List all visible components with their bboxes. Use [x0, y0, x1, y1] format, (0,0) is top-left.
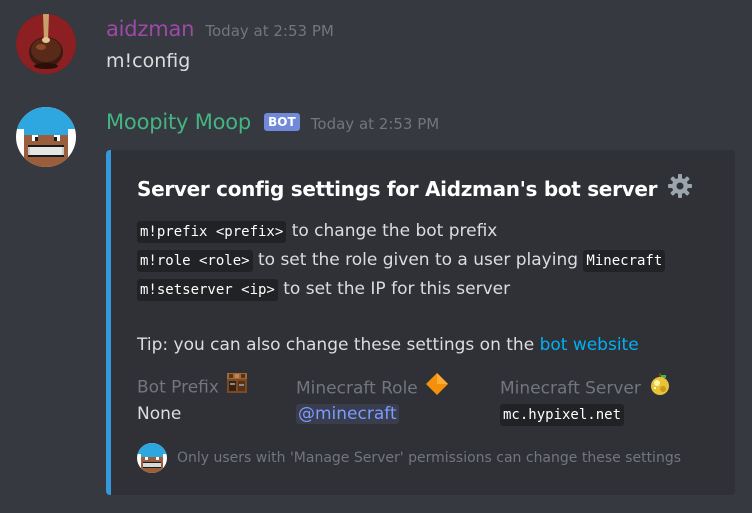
tip-text: Tip: you can also change these settings … [137, 335, 540, 355]
server-ip-code: mc.hypixel.net [500, 404, 625, 426]
footer-avatar-icon [137, 443, 167, 473]
desc-line-role: m!role <role> to set the role given to a… [137, 250, 666, 272]
code-prefix: m!prefix <prefix> [137, 221, 287, 243]
code-role: m!role <role> [137, 250, 253, 272]
timestamp: Today at 2:53 PM [310, 115, 440, 133]
field-value-minecraft-server: mc.hypixel.net [500, 404, 625, 426]
bot-tag: BOT [264, 113, 300, 131]
embed: Server config settings for Aidzman's bot… [106, 150, 735, 495]
desc-line-setserver: m!setserver <ip> to set the IP for this … [137, 279, 511, 301]
embed-title-text: Server config settings for Aidzman's bot… [137, 177, 658, 201]
desc-text: to change the bot prefix [286, 221, 498, 241]
bot-avatar[interactable] [16, 107, 76, 167]
code-minecraft: Minecraft [583, 250, 666, 272]
desc-text: to set the IP for this server [277, 279, 511, 299]
embed-footer: Only users with 'Manage Server' permissi… [137, 443, 681, 473]
orange-diamond-icon [425, 372, 449, 401]
field-value-bot-prefix: None [137, 404, 182, 424]
field-label: Minecraft Server [500, 378, 641, 399]
crafting-table-icon [226, 372, 248, 399]
field-name-bot-prefix: Bot Prefix [137, 372, 248, 401]
code-setserver: m!setserver <ip> [137, 279, 278, 301]
field-value-minecraft-role: @minecraft [296, 404, 399, 424]
username[interactable]: aidzman [106, 17, 194, 41]
embed-title: Server config settings for Aidzman's bot… [137, 173, 693, 206]
timestamp: Today at 2:53 PM [205, 22, 334, 40]
role-mention[interactable]: @minecraft [296, 404, 399, 424]
field-label: Minecraft Role [296, 378, 418, 399]
desc-text: to set the role given to a user playing [252, 250, 584, 270]
user-avatar[interactable] [16, 14, 76, 74]
message-content: m!config [106, 50, 191, 72]
gear-icon [667, 173, 693, 204]
author-line: Moopity Moop BOT Today at 2:53 PM [106, 110, 439, 134]
username[interactable]: Moopity Moop [106, 110, 251, 134]
moop-avatar-icon [16, 107, 76, 167]
field-name-minecraft-server: Minecraft Server [500, 372, 672, 403]
golden-apple-icon [648, 372, 672, 401]
footer-text: Only users with 'Manage Server' permissi… [177, 450, 681, 466]
desc-line-prefix: m!prefix <prefix> to change the bot pref… [137, 221, 498, 243]
tip-line: Tip: you can also change these settings … [137, 335, 639, 355]
chocolate-avatar-icon [16, 14, 76, 74]
author-line: aidzman Today at 2:53 PM [106, 17, 334, 41]
bot-website-link[interactable]: bot website [540, 335, 639, 355]
field-label: Bot Prefix [137, 377, 219, 398]
field-name-minecraft-role: Minecraft Role [296, 372, 449, 403]
